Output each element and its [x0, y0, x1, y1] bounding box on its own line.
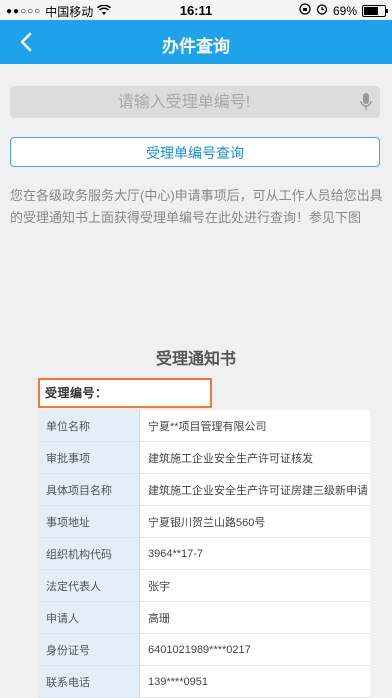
table-row: 组织机构代码 3964**17-7: [38, 537, 370, 570]
notice-table: 单位名称 宁夏**项目管理有限公司 审批事项 建筑施工企业安全生产许可证核发 具体项目名…: [38, 410, 370, 698]
row-value: 高珊: [139, 601, 370, 634]
battery-percent: 69%: [332, 3, 357, 18]
row-key: 单位名称: [38, 410, 140, 442]
row-key: 法定代表人: [38, 569, 140, 602]
row-key: 组织机构代码: [38, 537, 140, 570]
row-value: 6401021989****0217: [139, 633, 370, 666]
row-value: 宁夏**项目管理有限公司: [139, 410, 370, 442]
row-value: 建筑施工企业安全生产许可证房建三级新申请: [139, 473, 370, 506]
table-row: 法定代表人 张宇: [38, 569, 370, 602]
table-row: 申请人 高珊: [38, 601, 370, 634]
table-row: 事项地址 宁夏银川贺兰山路560号: [38, 505, 370, 538]
notice-title: 受理通知书: [155, 351, 236, 368]
receipt-label: 受理编号：: [45, 386, 108, 400]
alarm-icon: [316, 3, 328, 18]
row-value: 139****0951: [139, 665, 370, 698]
row-key: 身份证号: [38, 633, 140, 666]
rotation-lock-icon: [299, 3, 311, 18]
nav-bar: 办件查询: [0, 20, 392, 64]
row-value: 建筑施工企业安全生产许可证核发: [139, 441, 370, 474]
row-key: 审批事项: [38, 441, 140, 474]
table-row: 具体项目名称 建筑施工企业安全生产许可证房建三级新申请: [38, 473, 370, 506]
search-input[interactable]: [10, 86, 358, 120]
receipt-number-highlight: 受理编号：231520160118007: [38, 378, 212, 426]
row-key: 具体项目名称: [38, 473, 140, 506]
microphone-icon[interactable]: [360, 92, 372, 117]
page-title: 办件查询: [162, 37, 230, 56]
row-key: 联系电话: [38, 665, 140, 698]
row-key: 申请人: [38, 601, 140, 634]
table-row: 联系电话 139****0951: [38, 665, 370, 698]
row-value: 宁夏银川贺兰山路560号: [139, 505, 370, 538]
row-value: 3964**17-7: [139, 537, 370, 570]
row-key: 事项地址: [38, 505, 140, 538]
table-row: 身份证号 6401021989****0217: [38, 633, 370, 666]
battery-icon: [362, 4, 388, 17]
query-button[interactable]: 受理单编号查询: [10, 137, 380, 167]
row-value: 张宇: [139, 569, 370, 602]
search-box: [10, 86, 380, 120]
hint-text: 您在各级政务服务大厅(中心)申请事项后，可从工作人员给您出具的受理通知书上面获得…: [10, 188, 383, 225]
status-bar: ●●○○○ 中国移动 16:11 69%: [0, 0, 392, 20]
table-row: 审批事项 建筑施工企业安全生产许可证核发: [38, 441, 370, 474]
table-row: 单位名称 宁夏**项目管理有限公司: [38, 410, 370, 442]
